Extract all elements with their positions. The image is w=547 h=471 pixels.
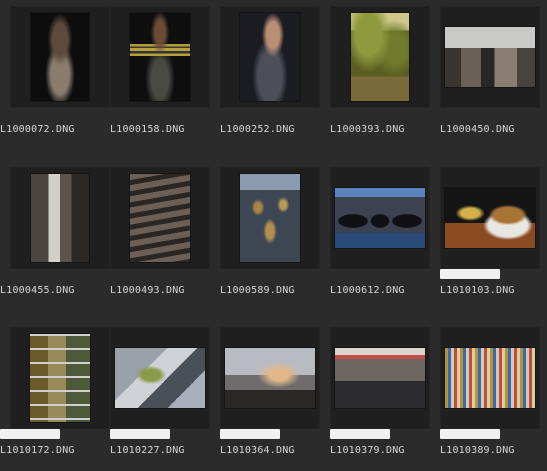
thumbnail-frame[interactable]: [330, 327, 430, 429]
thumbnail-filename: L1000612.DNG: [330, 285, 405, 296]
thumbnail-frame[interactable]: [330, 6, 430, 108]
thumbnail-filename: L1010172.DNG: [0, 445, 75, 456]
thumbnail-frame[interactable]: [440, 327, 540, 429]
thumbnail-grid: L1000072.DNG L1000158.DNG L1000252.DNG L…: [0, 0, 547, 459]
photo-thumbnail[interactable]: [31, 174, 89, 262]
photo-thumbnail[interactable]: [445, 27, 535, 87]
thumbnail-filename: L1000493.DNG: [110, 285, 185, 296]
thumbnail-filename: L1000589.DNG: [220, 285, 295, 296]
label-tag: [440, 269, 500, 279]
thumbnail-item[interactable]: L1010172.DNG: [0, 321, 110, 471]
photo-thumbnail[interactable]: [225, 348, 315, 408]
thumbnail-item[interactable]: L1010227.DNG: [110, 321, 220, 471]
thumbnail-filename: L1000072.DNG: [0, 124, 75, 135]
thumbnail-item[interactable]: L1010389.DNG: [440, 321, 547, 471]
thumbnail-item[interactable]: L1010103.DNG: [440, 161, 547, 311]
label-tag: [0, 429, 60, 439]
thumbnail-item[interactable]: L1000612.DNG: [330, 161, 440, 311]
thumbnail-frame[interactable]: [10, 6, 110, 108]
thumbnail-frame[interactable]: [220, 327, 320, 429]
thumbnail-item[interactable]: L1000393.DNG: [330, 0, 440, 150]
thumbnail-filename: L1010103.DNG: [440, 285, 515, 296]
thumbnail-filename: L1010364.DNG: [220, 445, 295, 456]
thumbnail-filename: L1000455.DNG: [0, 285, 75, 296]
thumbnail-item[interactable]: L1010379.DNG: [330, 321, 440, 471]
label-tag: [110, 429, 170, 439]
label-tag: [440, 429, 500, 439]
thumbnail-item[interactable]: L1000072.DNG: [0, 0, 110, 150]
thumbnail-frame[interactable]: [220, 167, 320, 269]
thumbnail-item[interactable]: L1000589.DNG: [220, 161, 330, 311]
photo-thumbnail[interactable]: [130, 13, 190, 101]
thumbnail-filename: L1010379.DNG: [330, 445, 405, 456]
photo-thumbnail[interactable]: [240, 13, 300, 101]
thumbnail-frame[interactable]: [110, 6, 210, 108]
thumbnail-filename: L1010227.DNG: [110, 445, 185, 456]
thumbnail-item[interactable]: L1000158.DNG: [110, 0, 220, 150]
photo-thumbnail[interactable]: [130, 174, 190, 262]
photo-thumbnail[interactable]: [335, 348, 425, 408]
thumbnail-item[interactable]: L1000450.DNG: [440, 0, 547, 150]
thumbnail-filename: L1000393.DNG: [330, 124, 405, 135]
thumbnail-frame[interactable]: [440, 6, 540, 108]
thumbnail-item[interactable]: L1000252.DNG: [220, 0, 330, 150]
thumbnail-frame[interactable]: [440, 167, 540, 269]
thumbnail-frame[interactable]: [330, 167, 430, 269]
photo-thumbnail[interactable]: [240, 174, 300, 262]
thumbnail-filename: L1000252.DNG: [220, 124, 295, 135]
thumbnail-filename: L1010389.DNG: [440, 445, 515, 456]
thumbnail-item[interactable]: L1000455.DNG: [0, 161, 110, 311]
label-tag: [220, 429, 280, 439]
photo-thumbnail[interactable]: [31, 13, 89, 101]
photo-thumbnail[interactable]: [445, 348, 535, 408]
thumbnail-item[interactable]: L1000493.DNG: [110, 161, 220, 311]
photo-thumbnail[interactable]: [351, 13, 409, 101]
thumbnail-frame[interactable]: [110, 327, 210, 429]
thumbnail-item[interactable]: L1010364.DNG: [220, 321, 330, 471]
thumbnail-filename: L1000158.DNG: [110, 124, 185, 135]
photo-thumbnail[interactable]: [30, 334, 90, 422]
photo-thumbnail[interactable]: [335, 188, 425, 248]
thumbnail-frame[interactable]: [110, 167, 210, 269]
thumbnail-frame[interactable]: [10, 167, 110, 269]
thumbnail-filename: L1000450.DNG: [440, 124, 515, 135]
thumbnail-frame[interactable]: [10, 327, 110, 429]
photo-thumbnail[interactable]: [115, 348, 205, 408]
label-tag: [330, 429, 390, 439]
photo-thumbnail[interactable]: [445, 188, 535, 248]
thumbnail-frame[interactable]: [220, 6, 320, 108]
